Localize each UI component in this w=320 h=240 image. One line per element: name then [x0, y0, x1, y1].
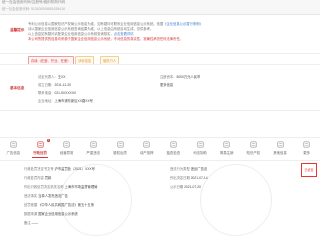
- tab-label: 动产抵押: [139, 151, 154, 155]
- tab-2[interactable]: 经营异常: [55, 140, 79, 155]
- warning-icon: [63, 141, 70, 148]
- address: 企业地址：上海市浦东新区XX路XX号: [38, 99, 93, 103]
- tab-10[interactable]: 其他信息: [268, 140, 292, 155]
- tab-label: 经营异常: [59, 151, 74, 155]
- megaphone-icon: [10, 141, 17, 148]
- tab-8[interactable]: 简易注销: [215, 140, 239, 155]
- cancel-icon: [223, 141, 230, 148]
- tab-label: 严重违法: [86, 151, 101, 155]
- count-badge: 1: [46, 139, 50, 142]
- tab-label: 行政处罚: [33, 151, 47, 155]
- verified-sticker: 已核查: [301, 163, 317, 177]
- tab-6[interactable]: 抽查检查: [161, 140, 185, 155]
- illegal-facts: 违法事实 当事人发布违法广告: [24, 194, 68, 198]
- watermark: [200, 164, 272, 236]
- notice-line4: 本公司所提供的信息均来源于国家企业信用信息公示系统，不对信息的真实性、准确性承担…: [28, 37, 183, 41]
- remarks: 备注 ——: [24, 221, 39, 225]
- tab-4[interactable]: 股权出质: [108, 140, 132, 155]
- divider: [0, 53, 320, 54]
- gavel-icon: [36, 141, 44, 148]
- tab-1[interactable]: 行政处罚 1: [28, 139, 52, 158]
- publish-date: 公示日期 2021-07-20: [170, 185, 201, 189]
- notice-line1: 专利公示信息以国家知识产权局公示信息为准，如有疑问可联系企业信用信息公示系统。依…: [28, 22, 164, 26]
- mortgage-icon: [143, 141, 150, 148]
- penalty-doc-no: 行政处罚决定书文号 沪市监罚处〔2021〕XXX号: [24, 167, 95, 171]
- check-icon: [170, 141, 177, 148]
- notice-label: 温馨提示: [10, 28, 25, 32]
- violation-type: 违法行为类型 违反广告法: [170, 167, 208, 171]
- divider: [0, 110, 320, 111]
- tab-label: 司法协助: [193, 151, 207, 155]
- tab-label: 股权出质: [113, 151, 127, 155]
- reg-capital: 注册资本：5000万元人民币: [160, 75, 201, 79]
- ip-icon: [250, 141, 257, 148]
- top-bar: 统一社会信用代码/注册号/组织机构代码 统一社会信用代码: 9131000058…: [0, 0, 320, 15]
- alert-icon: [90, 141, 97, 148]
- tab-3[interactable]: 严重违法: [81, 140, 105, 155]
- tab-11[interactable]: 更多: [295, 140, 319, 155]
- legal-rep: 法定代表人：王XX: [38, 75, 66, 79]
- tab-bar: 广告信息 行政处罚 1 经营异常 严重违法 股权出质 动产抵押 抽查检查 司法协助 简易注销 知识产…: [0, 137, 320, 161]
- info-icon: [276, 141, 284, 148]
- tab-label: 知识产权: [246, 151, 261, 155]
- notice-text: 专利公示信息以国家知识产权局公示信息为准，如有疑问可联系企业信用信息公示系统。依…: [28, 22, 318, 42]
- data-source: 数据来源 国家企业信用信息公示系统: [24, 212, 78, 216]
- watermark: [60, 164, 132, 236]
- more-info-link: 更多信息: [160, 83, 174, 87]
- more-icon: [303, 141, 310, 148]
- basic-info-label: 基本信息: [10, 86, 25, 90]
- divider: [0, 64, 320, 65]
- penalty-basis: 处罚依据 《中华人民共和国广告法》第五十五条: [24, 203, 95, 207]
- est-date: 成立日期：2011-12-20: [38, 83, 72, 87]
- tab-label: 简易注销: [219, 151, 234, 155]
- phone: 联系电话：021-5XXXXXX: [38, 91, 77, 95]
- notice-line3: 以上信息如有疑问请登录企业信用信息公示系统查询核实，: [28, 32, 114, 36]
- tab-label: 其他信息: [273, 151, 287, 155]
- tab-7[interactable]: 司法协助: [188, 140, 212, 155]
- pledge-icon: [116, 141, 124, 148]
- notice-link-2[interactable]: 点击查看详情: [114, 32, 134, 36]
- search-hint: 统一社会信用代码/注册号/组织机构代码: [2, 0, 66, 4]
- notice-link-1[interactable]: 《企业信息公示暂行条例》: [163, 22, 203, 26]
- tab-9[interactable]: 知识产权: [241, 140, 265, 155]
- tab-5[interactable]: 动产抵押: [135, 140, 159, 155]
- court-icon: [196, 141, 204, 148]
- credit-code: 统一社会信用代码: 913100005851539416: [2, 7, 65, 11]
- decision-date: 作出决定日期 2021-07-14: [170, 176, 208, 180]
- penalty-section: 行政处罚决定书文号 沪市监罚处〔2021〕XXX号 违法行为类型 违反广告法 行…: [0, 162, 320, 240]
- penalty-content: 行政处罚内容 罚款: [24, 176, 52, 180]
- tab-label: 更多: [303, 151, 311, 155]
- authority: 作出行政处罚决定机关名称 上海市市场监督管理局: [24, 185, 98, 189]
- tab-label: 抽查检查: [166, 151, 181, 155]
- tab-0[interactable]: 广告信息: [1, 140, 25, 155]
- tab-label: 广告信息: [6, 151, 21, 155]
